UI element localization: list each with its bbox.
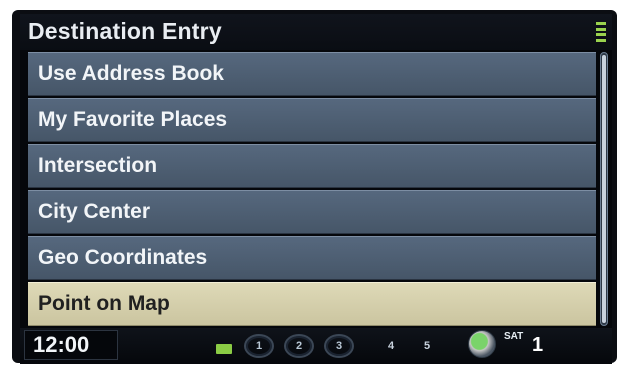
scrollbar-thumb[interactable] — [602, 55, 606, 323]
status-bar: 12:00 1 2 3 4 5 SAT 1 — [20, 328, 612, 364]
menu-item-my-favorite-places[interactable]: My Favorite Places — [28, 98, 596, 142]
preset-label: 1 — [255, 340, 263, 352]
preset-label: 3 — [335, 340, 343, 352]
menu-item-label: My Favorite Places — [38, 108, 228, 131]
menu-item-city-center[interactable]: City Center — [28, 190, 596, 234]
preset-label: 4 — [387, 340, 395, 352]
preset-label: 2 — [295, 340, 303, 352]
radio-preset-2[interactable]: 2 — [284, 334, 314, 358]
radio-channel-number: 1 — [532, 334, 544, 356]
menu-item-label: City Center — [38, 200, 151, 223]
menu-scrollbar[interactable] — [600, 52, 608, 326]
menu-item-label: Point on Map — [38, 292, 170, 315]
signal-strength-icon — [596, 22, 606, 42]
page-title: Destination Entry — [28, 18, 222, 44]
radio-preset-4[interactable]: 4 — [376, 334, 406, 358]
menu-item-use-address-book[interactable]: Use Address Book — [28, 52, 596, 96]
disc-icon — [468, 330, 496, 358]
menu-item-geo-coordinates[interactable]: Geo Coordinates — [28, 236, 596, 280]
radio-band-label: SAT — [504, 331, 524, 342]
destination-menu: Use Address Book My Favorite Places Inte… — [28, 52, 596, 326]
menu-item-label: Intersection — [38, 154, 158, 177]
menu-item-label: Geo Coordinates — [38, 246, 208, 269]
radio-preset-3[interactable]: 3 — [324, 334, 354, 358]
navigation-screen: Destination Entry Use Address Book My Fa… — [20, 14, 612, 364]
radio-preset-5[interactable]: 5 — [412, 334, 442, 358]
radio-preset-1[interactable]: 1 — [244, 334, 274, 358]
voice-control-icon — [216, 344, 232, 354]
preset-label: 5 — [423, 340, 431, 352]
menu-item-point-on-map[interactable]: Point on Map — [28, 282, 596, 326]
menu-item-label: Use Address Book — [38, 62, 224, 85]
clock-display: 12:00 — [24, 330, 118, 360]
header-bar: Destination Entry — [20, 14, 612, 50]
menu-item-intersection[interactable]: Intersection — [28, 144, 596, 188]
